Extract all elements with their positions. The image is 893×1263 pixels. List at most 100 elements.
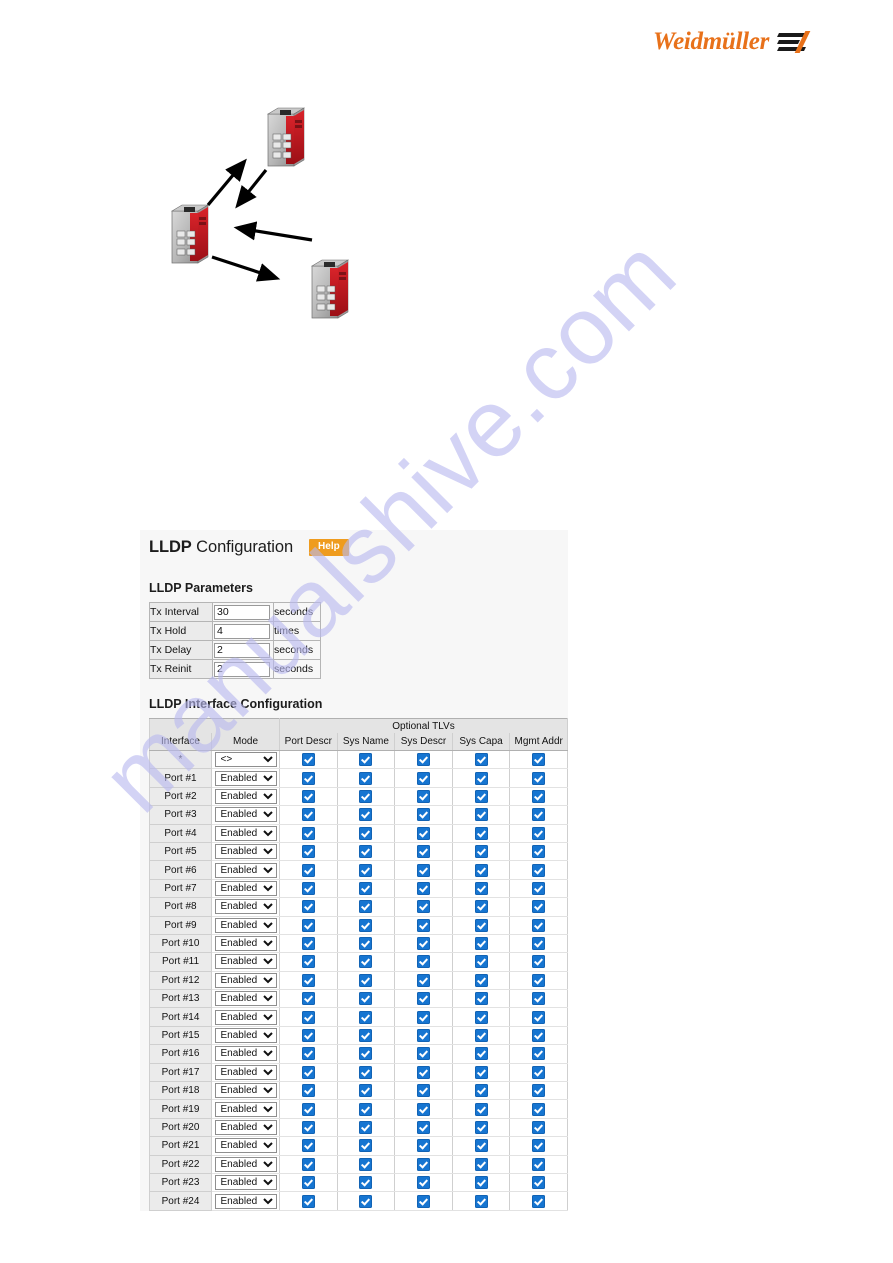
mode-select[interactable]: <>EnabledDisabledRx onlyTx only xyxy=(214,788,277,804)
checkbox-mgmt-addr[interactable] xyxy=(532,900,546,914)
checkbox-sys-descr[interactable] xyxy=(416,1084,430,1098)
checkbox-sys-capa[interactable] xyxy=(474,937,488,951)
mode-select[interactable]: <>EnabledDisabledRx onlyTx only xyxy=(214,1083,277,1099)
checkbox-sys-capa[interactable] xyxy=(474,863,488,877)
checkbox-port-descr[interactable] xyxy=(301,918,315,932)
checkbox-sys-descr[interactable] xyxy=(416,845,430,859)
checkbox-sys-name[interactable] xyxy=(359,1157,373,1171)
checkbox-sys-capa[interactable] xyxy=(474,808,488,822)
checkbox-sys-capa[interactable] xyxy=(474,1157,488,1171)
checkbox-port-descr[interactable] xyxy=(301,1139,315,1153)
checkbox-sys-descr[interactable] xyxy=(416,1139,430,1153)
mode-select[interactable]: <>EnabledDisabledRx onlyTx only xyxy=(214,1193,277,1209)
checkbox-sys-descr[interactable] xyxy=(416,918,430,932)
checkbox-sys-name[interactable] xyxy=(359,992,373,1006)
checkbox-mgmt-addr[interactable] xyxy=(532,808,546,822)
checkbox-sys-descr[interactable] xyxy=(416,808,430,822)
checkbox-mgmt-addr[interactable] xyxy=(532,1139,546,1153)
checkbox-sys-descr[interactable] xyxy=(416,789,430,803)
checkbox-sys-descr[interactable] xyxy=(416,900,430,914)
checkbox-mgmt-addr[interactable] xyxy=(532,1121,546,1134)
checkbox-mgmt-addr[interactable] xyxy=(532,826,546,840)
checkbox-sys-descr[interactable] xyxy=(416,1047,430,1061)
checkbox-sys-name[interactable] xyxy=(359,881,373,895)
checkbox-mgmt-addr[interactable] xyxy=(532,881,546,895)
checkbox-port-descr[interactable] xyxy=(301,937,315,951)
checkbox-sys-name[interactable] xyxy=(359,845,373,859)
mode-select[interactable]: <>EnabledDisabledRx onlyTx only xyxy=(214,1175,277,1191)
checkbox-sys-descr[interactable] xyxy=(416,1102,430,1116)
checkbox-sys-capa[interactable] xyxy=(474,1176,488,1190)
checkbox-sys-name[interactable] xyxy=(359,900,373,914)
mode-select[interactable]: <>EnabledDisabledRx onlyTx only xyxy=(214,1028,277,1044)
checkbox-sys-capa[interactable] xyxy=(474,1102,488,1116)
checkbox-sys-descr[interactable] xyxy=(416,863,430,877)
checkbox-port-descr[interactable] xyxy=(301,826,315,840)
checkbox-port-descr[interactable] xyxy=(301,1194,315,1208)
mode-select[interactable]: <>EnabledDisabledRx onlyTx only xyxy=(214,936,277,952)
checkbox-sys-name[interactable] xyxy=(359,753,373,767)
checkbox-port-descr[interactable] xyxy=(301,771,315,785)
checkbox-mgmt-addr[interactable] xyxy=(532,1102,546,1116)
checkbox-mgmt-addr[interactable] xyxy=(532,1029,546,1043)
checkbox-sys-descr[interactable] xyxy=(416,753,430,767)
checkbox-mgmt-addr[interactable] xyxy=(532,863,546,877)
checkbox-sys-capa[interactable] xyxy=(474,918,488,932)
checkbox-mgmt-addr[interactable] xyxy=(532,1176,546,1190)
checkbox-mgmt-addr[interactable] xyxy=(532,937,546,951)
checkbox-port-descr[interactable] xyxy=(301,863,315,877)
checkbox-sys-capa[interactable] xyxy=(474,955,488,969)
checkbox-port-descr[interactable] xyxy=(301,789,315,803)
checkbox-sys-capa[interactable] xyxy=(474,753,488,767)
checkbox-sys-name[interactable] xyxy=(359,1029,373,1043)
checkbox-port-descr[interactable] xyxy=(301,881,315,895)
checkbox-sys-capa[interactable] xyxy=(474,1139,488,1153)
checkbox-mgmt-addr[interactable] xyxy=(532,1010,546,1024)
checkbox-sys-descr[interactable] xyxy=(416,1065,430,1079)
checkbox-mgmt-addr[interactable] xyxy=(532,973,546,987)
checkbox-sys-name[interactable] xyxy=(359,771,373,785)
checkbox-sys-capa[interactable] xyxy=(474,845,488,859)
parameter-input[interactable] xyxy=(214,642,270,658)
checkbox-sys-name[interactable] xyxy=(359,863,373,877)
checkbox-sys-capa[interactable] xyxy=(474,771,488,785)
checkbox-sys-capa[interactable] xyxy=(474,1121,488,1134)
mode-select[interactable]: <>EnabledDisabledRx onlyTx only xyxy=(214,770,277,786)
parameter-input[interactable] xyxy=(214,623,270,639)
checkbox-port-descr[interactable] xyxy=(301,1084,315,1098)
checkbox-sys-name[interactable] xyxy=(359,789,373,803)
mode-select[interactable]: <>EnabledDisabledRx onlyTx only xyxy=(214,880,277,896)
checkbox-sys-name[interactable] xyxy=(359,1121,373,1134)
checkbox-sys-name[interactable] xyxy=(359,1139,373,1153)
mode-select[interactable]: <>EnabledDisabledRx onlyTx only xyxy=(214,1009,277,1025)
checkbox-port-descr[interactable] xyxy=(301,1102,315,1116)
checkbox-sys-capa[interactable] xyxy=(474,1065,488,1079)
checkbox-mgmt-addr[interactable] xyxy=(532,845,546,859)
checkbox-sys-descr[interactable] xyxy=(416,937,430,951)
mode-select[interactable]: <>EnabledDisabledRx onlyTx only xyxy=(214,991,277,1007)
help-button[interactable]: Help xyxy=(309,539,349,556)
checkbox-sys-capa[interactable] xyxy=(474,826,488,840)
checkbox-port-descr[interactable] xyxy=(301,1029,315,1043)
checkbox-sys-descr[interactable] xyxy=(416,826,430,840)
checkbox-port-descr[interactable] xyxy=(301,992,315,1006)
checkbox-port-descr[interactable] xyxy=(301,973,315,987)
checkbox-mgmt-addr[interactable] xyxy=(532,753,546,767)
checkbox-sys-name[interactable] xyxy=(359,937,373,951)
mode-select[interactable]: <>EnabledDisabledRx onlyTx only xyxy=(214,825,277,841)
checkbox-sys-capa[interactable] xyxy=(474,900,488,914)
checkbox-sys-descr[interactable] xyxy=(416,1010,430,1024)
checkbox-port-descr[interactable] xyxy=(301,808,315,822)
checkbox-sys-capa[interactable] xyxy=(474,1084,488,1098)
checkbox-sys-name[interactable] xyxy=(359,1194,373,1208)
checkbox-mgmt-addr[interactable] xyxy=(532,955,546,969)
checkbox-sys-descr[interactable] xyxy=(416,881,430,895)
checkbox-mgmt-addr[interactable] xyxy=(532,1047,546,1061)
checkbox-sys-descr[interactable] xyxy=(416,992,430,1006)
checkbox-mgmt-addr[interactable] xyxy=(532,1084,546,1098)
checkbox-sys-descr[interactable] xyxy=(416,1176,430,1190)
mode-select[interactable]: <>EnabledDisabledRx onlyTx only xyxy=(214,917,277,933)
checkbox-sys-descr[interactable] xyxy=(416,771,430,785)
checkbox-mgmt-addr[interactable] xyxy=(532,1157,546,1171)
checkbox-mgmt-addr[interactable] xyxy=(532,1194,546,1208)
